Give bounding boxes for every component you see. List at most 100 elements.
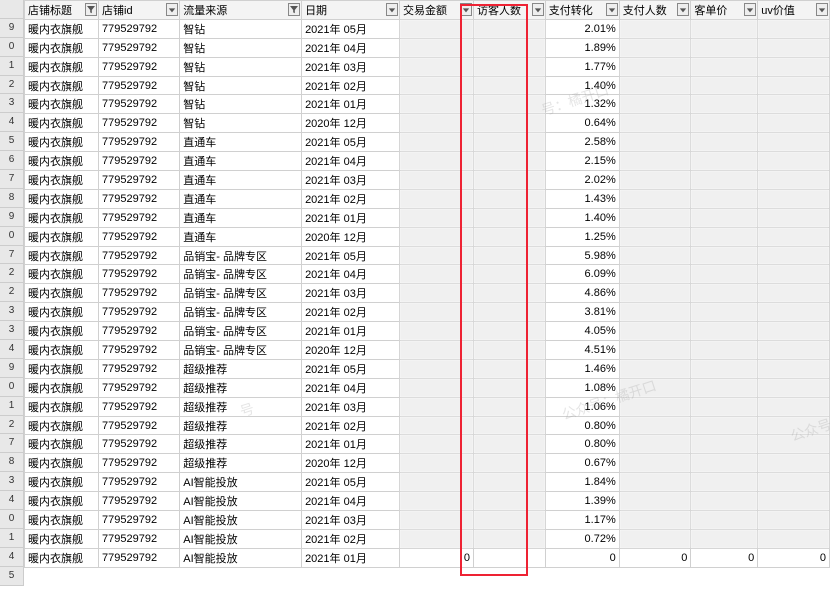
cell-payers[interactable] (619, 284, 691, 303)
filter-dropdown-icon[interactable] (386, 3, 398, 16)
cell-payers[interactable] (619, 171, 691, 190)
row-number[interactable]: 5 (0, 567, 23, 586)
cell-shop[interactable]: 暖内衣旗舰 (25, 152, 99, 171)
cell-visitors[interactable] (474, 133, 546, 152)
cell-date[interactable]: 2021年 04月 (302, 378, 400, 397)
cell-conv[interactable]: 6.09% (545, 265, 619, 284)
cell-uv[interactable] (758, 38, 830, 57)
cell-unit[interactable] (691, 529, 758, 548)
cell-id[interactable]: 779529792 (99, 341, 180, 360)
row-number[interactable]: 7 (0, 434, 23, 453)
cell-id[interactable]: 779529792 (99, 19, 180, 38)
cell-amount[interactable] (400, 473, 474, 492)
cell-source[interactable]: 品销宝- 品牌专区 (180, 322, 302, 341)
cell-payers[interactable] (619, 492, 691, 511)
cell-unit[interactable] (691, 473, 758, 492)
cell-date[interactable]: 2021年 03月 (302, 284, 400, 303)
cell-id[interactable]: 779529792 (99, 57, 180, 76)
cell-conv[interactable]: 1.43% (545, 189, 619, 208)
filter-dropdown-icon[interactable] (532, 3, 544, 16)
cell-id[interactable]: 779529792 (99, 378, 180, 397)
row-number[interactable]: 7 (0, 246, 23, 265)
cell-id[interactable]: 779529792 (99, 548, 180, 567)
cell-id[interactable]: 779529792 (99, 114, 180, 133)
cell-source[interactable]: 智钻 (180, 38, 302, 57)
cell-unit[interactable] (691, 189, 758, 208)
cell-payers[interactable] (619, 341, 691, 360)
cell-amount[interactable] (400, 322, 474, 341)
cell-visitors[interactable] (474, 435, 546, 454)
cell-amount[interactable] (400, 76, 474, 95)
cell-unit[interactable] (691, 95, 758, 114)
filter-dropdown-icon[interactable] (460, 3, 472, 16)
cell-unit[interactable] (691, 265, 758, 284)
cell-shop[interactable]: 暖内衣旗舰 (25, 416, 99, 435)
cell-visitors[interactable] (474, 265, 546, 284)
cell-visitors[interactable] (474, 152, 546, 171)
cell-conv[interactable]: 4.51% (545, 341, 619, 360)
cell-amount[interactable] (400, 133, 474, 152)
row-number[interactable]: 4 (0, 113, 23, 132)
row-number[interactable]: 0 (0, 510, 23, 529)
cell-source[interactable]: 超级推荐 (180, 435, 302, 454)
cell-source[interactable]: 品销宝- 品牌专区 (180, 265, 302, 284)
col-header-source[interactable]: 流量来源 (180, 1, 302, 20)
cell-shop[interactable]: 暖内衣旗舰 (25, 265, 99, 284)
cell-unit[interactable] (691, 76, 758, 95)
col-header-payers[interactable]: 支付人数 (619, 1, 691, 20)
cell-amount[interactable] (400, 492, 474, 511)
cell-amount[interactable] (400, 208, 474, 227)
cell-conv[interactable]: 0.72% (545, 529, 619, 548)
cell-unit[interactable] (691, 454, 758, 473)
cell-visitors[interactable] (474, 95, 546, 114)
cell-source[interactable]: 直通车 (180, 171, 302, 190)
filter-dropdown-icon[interactable] (677, 3, 689, 16)
cell-conv[interactable]: 1.39% (545, 492, 619, 511)
cell-unit[interactable] (691, 359, 758, 378)
cell-visitors[interactable] (474, 171, 546, 190)
cell-date[interactable]: 2021年 05月 (302, 19, 400, 38)
cell-payers[interactable] (619, 152, 691, 171)
cell-shop[interactable]: 暖内衣旗舰 (25, 548, 99, 567)
cell-visitors[interactable] (474, 57, 546, 76)
cell-visitors[interactable] (474, 397, 546, 416)
row-number[interactable]: 4 (0, 548, 23, 567)
cell-unit[interactable] (691, 171, 758, 190)
cell-source[interactable]: 直通车 (180, 152, 302, 171)
cell-uv[interactable] (758, 529, 830, 548)
cell-date[interactable]: 2021年 05月 (302, 246, 400, 265)
cell-uv[interactable] (758, 246, 830, 265)
cell-conv[interactable]: 0.80% (545, 435, 619, 454)
cell-id[interactable]: 779529792 (99, 133, 180, 152)
cell-shop[interactable]: 暖内衣旗舰 (25, 19, 99, 38)
cell-conv[interactable]: 0 (545, 548, 619, 567)
cell-visitors[interactable] (474, 227, 546, 246)
cell-date[interactable]: 2021年 02月 (302, 303, 400, 322)
cell-date[interactable]: 2021年 01月 (302, 548, 400, 567)
cell-payers[interactable] (619, 38, 691, 57)
cell-id[interactable]: 779529792 (99, 171, 180, 190)
cell-uv[interactable] (758, 189, 830, 208)
cell-date[interactable]: 2021年 01月 (302, 95, 400, 114)
cell-amount[interactable] (400, 529, 474, 548)
row-number[interactable]: 0 (0, 227, 23, 246)
cell-visitors[interactable] (474, 378, 546, 397)
col-header-id[interactable]: 店铺id (99, 1, 180, 20)
cell-visitors[interactable] (474, 189, 546, 208)
cell-payers[interactable] (619, 416, 691, 435)
cell-uv[interactable] (758, 265, 830, 284)
cell-uv[interactable] (758, 19, 830, 38)
filter-active-icon[interactable] (85, 3, 97, 16)
cell-date[interactable]: 2021年 04月 (302, 492, 400, 511)
cell-payers[interactable] (619, 397, 691, 416)
cell-date[interactable]: 2020年 12月 (302, 341, 400, 360)
cell-id[interactable]: 779529792 (99, 76, 180, 95)
row-number[interactable]: 8 (0, 453, 23, 472)
cell-payers[interactable] (619, 189, 691, 208)
filter-dropdown-icon[interactable] (166, 3, 178, 16)
cell-amount[interactable] (400, 246, 474, 265)
row-number[interactable]: 7 (0, 170, 23, 189)
cell-amount[interactable]: 0 (400, 548, 474, 567)
cell-shop[interactable]: 暖内衣旗舰 (25, 322, 99, 341)
cell-uv[interactable] (758, 57, 830, 76)
